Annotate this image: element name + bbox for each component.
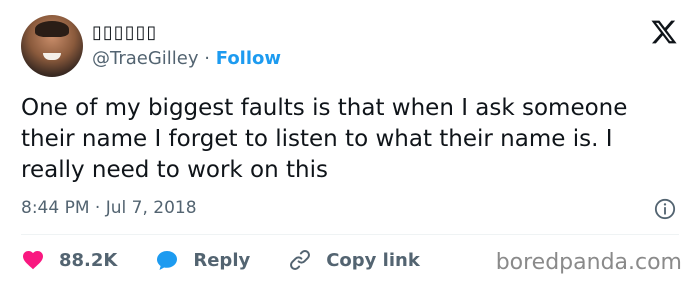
reply-button[interactable]: Reply xyxy=(155,248,250,272)
heart-icon xyxy=(23,251,43,270)
copy-link-button[interactable]: Copy link xyxy=(288,248,420,272)
watermark: boredpanda.com xyxy=(495,250,682,275)
tweet-text: One of my biggest faults is that when I … xyxy=(21,95,628,183)
timestamp[interactable]: 8:44 PM · Jul 7, 2018 xyxy=(21,198,197,218)
separator: · xyxy=(204,48,211,69)
display-name[interactable]: ▯▯▯▯▯▯ xyxy=(92,22,157,43)
reply-label: Reply xyxy=(193,249,251,271)
copy-link-label: Copy link xyxy=(326,249,420,271)
action-bar: 88.2K Reply Copy link xyxy=(21,246,458,274)
reply-bubble-icon xyxy=(157,251,178,270)
tweet-card: ▯▯▯▯▯▯ @TraeGilley · Follow One of my bi… xyxy=(0,0,700,287)
like-count: 88.2K xyxy=(59,249,118,271)
avatar[interactable] xyxy=(21,15,83,77)
handle-row: @TraeGilley · Follow xyxy=(92,48,281,69)
like-button[interactable]: 88.2K xyxy=(21,248,117,272)
info-icon[interactable] xyxy=(654,198,676,220)
avatar-smile xyxy=(43,53,61,60)
link-icon xyxy=(290,250,311,270)
follow-button[interactable]: Follow xyxy=(216,48,281,69)
handle[interactable]: @TraeGilley xyxy=(92,48,199,69)
divider xyxy=(21,234,679,235)
avatar-hair xyxy=(35,21,69,37)
x-logo-icon[interactable] xyxy=(650,18,678,46)
